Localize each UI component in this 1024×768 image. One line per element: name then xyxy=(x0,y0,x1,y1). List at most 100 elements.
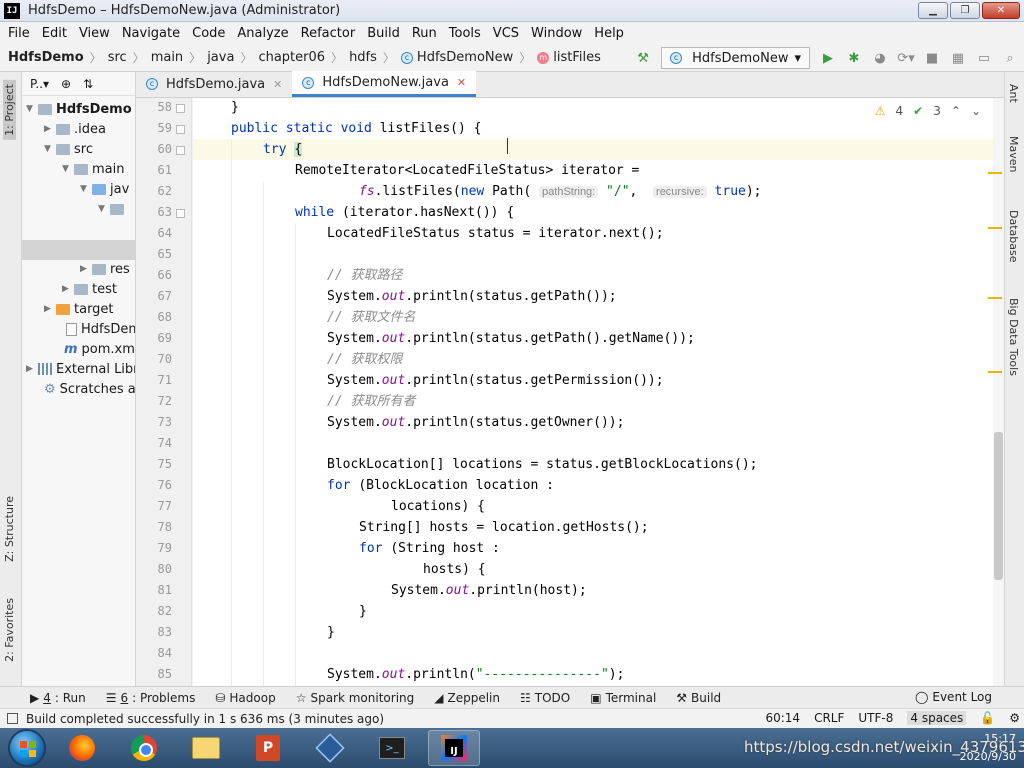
menu-refactor[interactable]: Refactor xyxy=(295,26,362,41)
menu-help[interactable]: Help xyxy=(588,26,630,41)
run-icon[interactable]: ▶ xyxy=(820,50,836,66)
search-icon[interactable]: ⌕ xyxy=(1002,50,1018,66)
code-editor[interactable]: ⚠ 4 ✔ 3 ⌃ ⌄ } public static void listFiles… xyxy=(193,98,993,686)
menu-code[interactable]: Code xyxy=(186,26,231,41)
debug-icon[interactable]: ✱ xyxy=(846,50,862,66)
menu-build[interactable]: Build xyxy=(361,26,406,41)
indent-setting[interactable]: 4 spaces xyxy=(907,711,967,725)
tab-database[interactable]: Database xyxy=(1007,210,1020,263)
warning-stripe-marker[interactable] xyxy=(988,227,1002,229)
tree-item-main[interactable]: ▼ main xyxy=(62,159,124,179)
line-separator[interactable]: CRLF xyxy=(814,711,844,725)
tree-item-package[interactable]: ▼ xyxy=(98,199,128,219)
build-hammer-icon[interactable]: ⚒ xyxy=(635,50,651,66)
menu-vcs[interactable]: VCS xyxy=(487,26,525,41)
tool-spark-monitoring[interactable]: ☆ Spark monitoring xyxy=(296,691,415,705)
tab-favorites[interactable]: 2: Favorites xyxy=(3,598,16,662)
tree-item-idea[interactable]: ▶ .idea xyxy=(44,119,106,139)
menu-tools[interactable]: Tools xyxy=(443,26,487,41)
close-button[interactable]: ✕ xyxy=(982,2,1020,19)
file-encoding[interactable]: UTF-8 xyxy=(858,711,893,725)
profile-icon[interactable]: ⟳▾ xyxy=(897,50,914,66)
stop-icon[interactable]: ■ xyxy=(924,50,940,66)
tool-problems[interactable]: ☰ 6: Problems xyxy=(106,691,196,705)
tree-item-iml[interactable]: HdfsDem xyxy=(66,319,135,339)
menu-analyze[interactable]: Analyze xyxy=(231,26,294,41)
tree-item-java[interactable]: ▼ jav xyxy=(80,179,129,199)
taskbar-intellij[interactable]: IJ xyxy=(428,730,480,766)
start-button[interactable] xyxy=(8,729,46,767)
status-square-icon[interactable] xyxy=(7,713,18,724)
menu-view[interactable]: View xyxy=(73,26,116,41)
minimize-button[interactable]: ▁ xyxy=(918,2,948,19)
tab-maven[interactable]: Maven xyxy=(1007,136,1020,172)
tool-run[interactable]: ▶ 4: Run xyxy=(30,691,86,705)
tab-ant[interactable]: Ant xyxy=(1007,84,1020,103)
locate-icon[interactable]: ⊕ xyxy=(61,77,71,91)
tree-item-target[interactable]: ▶ target xyxy=(44,299,114,319)
fold-marker[interactable] xyxy=(176,125,185,134)
editor-scrollbar[interactable] xyxy=(993,98,1004,686)
taskbar-firefox[interactable] xyxy=(56,730,108,766)
menu-edit[interactable]: Edit xyxy=(36,26,73,41)
project-view-selector[interactable]: P..▾ xyxy=(30,77,49,91)
tab-big-data-tools[interactable]: Big Data Tools xyxy=(1007,298,1020,376)
fold-marker[interactable] xyxy=(176,104,185,113)
collapse-icon[interactable]: ⇅ xyxy=(83,77,93,91)
caret-position[interactable]: 60:14 xyxy=(765,711,800,725)
fold-marker[interactable] xyxy=(176,146,185,155)
taskbar-explorer[interactable] xyxy=(180,730,232,766)
maximize-button[interactable]: ❐ xyxy=(950,2,980,19)
taskbar-virtualbox[interactable] xyxy=(304,730,356,766)
breadcrumb-method[interactable]: m listFiles xyxy=(537,50,601,65)
settings-gear-icon[interactable]: ⚙ xyxy=(1009,711,1020,725)
tree-item-pom[interactable]: m pom.xml xyxy=(64,339,135,359)
close-icon[interactable]: ✕ xyxy=(273,78,282,91)
tree-item-test[interactable]: ▶ test xyxy=(62,279,117,299)
project-structure-icon[interactable]: ▦ xyxy=(950,50,966,66)
event-log-button[interactable]: ◯ Event Log xyxy=(915,690,992,704)
breadcrumb-java[interactable]: java xyxy=(207,50,234,65)
breadcrumb-class[interactable]: c HdfsDemoNew xyxy=(400,50,513,65)
breadcrumb-hdfs[interactable]: hdfs xyxy=(349,50,377,65)
taskbar-chrome[interactable] xyxy=(118,730,170,766)
lock-icon[interactable]: 🔓 xyxy=(980,711,995,725)
breadcrumb-project[interactable]: HdfsDemo xyxy=(8,50,84,65)
taskbar-powerpoint[interactable]: P xyxy=(242,730,294,766)
tool-todo[interactable]: ☷ TODO xyxy=(520,691,570,705)
breadcrumb-chapter06[interactable]: chapter06 xyxy=(258,50,325,65)
run-configuration-select[interactable]: c HdfsDemoNew ▾ xyxy=(661,47,810,69)
tree-item-external-libraries[interactable]: ▶ External Libr xyxy=(26,359,135,379)
close-icon[interactable]: ✕ xyxy=(457,76,466,89)
tab-hdfsdemonew-java[interactable]: c HdfsDemoNew.java ✕ xyxy=(292,71,477,97)
tree-item-resources[interactable]: ▶ res xyxy=(80,259,130,279)
menu-window[interactable]: Window xyxy=(525,26,588,41)
status-message[interactable]: Build completed successfully in 1 s 636 … xyxy=(26,712,384,726)
taskbar-xshell[interactable]: >_ xyxy=(366,730,418,766)
tab-project[interactable]: 1: Project xyxy=(3,80,16,140)
inspection-widget[interactable]: ⚠ 4 ✔ 3 ⌃ ⌄ xyxy=(875,104,981,118)
coverage-icon[interactable]: ◕ xyxy=(872,50,888,66)
menu-run[interactable]: Run xyxy=(406,26,443,41)
fold-marker[interactable] xyxy=(176,209,185,218)
menu-navigate[interactable]: Navigate xyxy=(116,26,186,41)
layout-icon[interactable]: ▭ xyxy=(976,50,992,66)
tool-zeppelin[interactable]: ◢ Zeppelin xyxy=(434,691,500,705)
tree-item-src[interactable]: ▼ src xyxy=(44,139,93,159)
breadcrumb-main[interactable]: main xyxy=(151,50,183,65)
tree-item-scratches[interactable]: ⚙ Scratches ar xyxy=(44,379,135,399)
warning-stripe-marker[interactable] xyxy=(988,172,1002,174)
tool-hadoop[interactable]: ⛁ Hadoop xyxy=(215,691,275,705)
breadcrumb-src[interactable]: src xyxy=(108,50,127,65)
tool-build[interactable]: ⚒ Build xyxy=(676,691,721,705)
previous-highlight-icon[interactable]: ⌃ xyxy=(951,104,961,118)
tree-item-hdfsdemo[interactable]: ▼ HdfsDemo xyxy=(26,99,132,119)
tab-hdfsdemo-java[interactable]: c HdfsDemo.java ✕ xyxy=(136,71,292,97)
menu-file[interactable]: File xyxy=(2,26,36,41)
next-highlight-icon[interactable]: ⌄ xyxy=(971,104,981,118)
warning-stripe-marker[interactable] xyxy=(988,371,1002,373)
scrollbar-thumb[interactable] xyxy=(994,432,1003,580)
tool-terminal[interactable]: ▣ Terminal xyxy=(590,691,656,705)
tab-structure[interactable]: Z: Structure xyxy=(3,496,16,562)
warning-stripe-marker[interactable] xyxy=(988,297,1002,299)
